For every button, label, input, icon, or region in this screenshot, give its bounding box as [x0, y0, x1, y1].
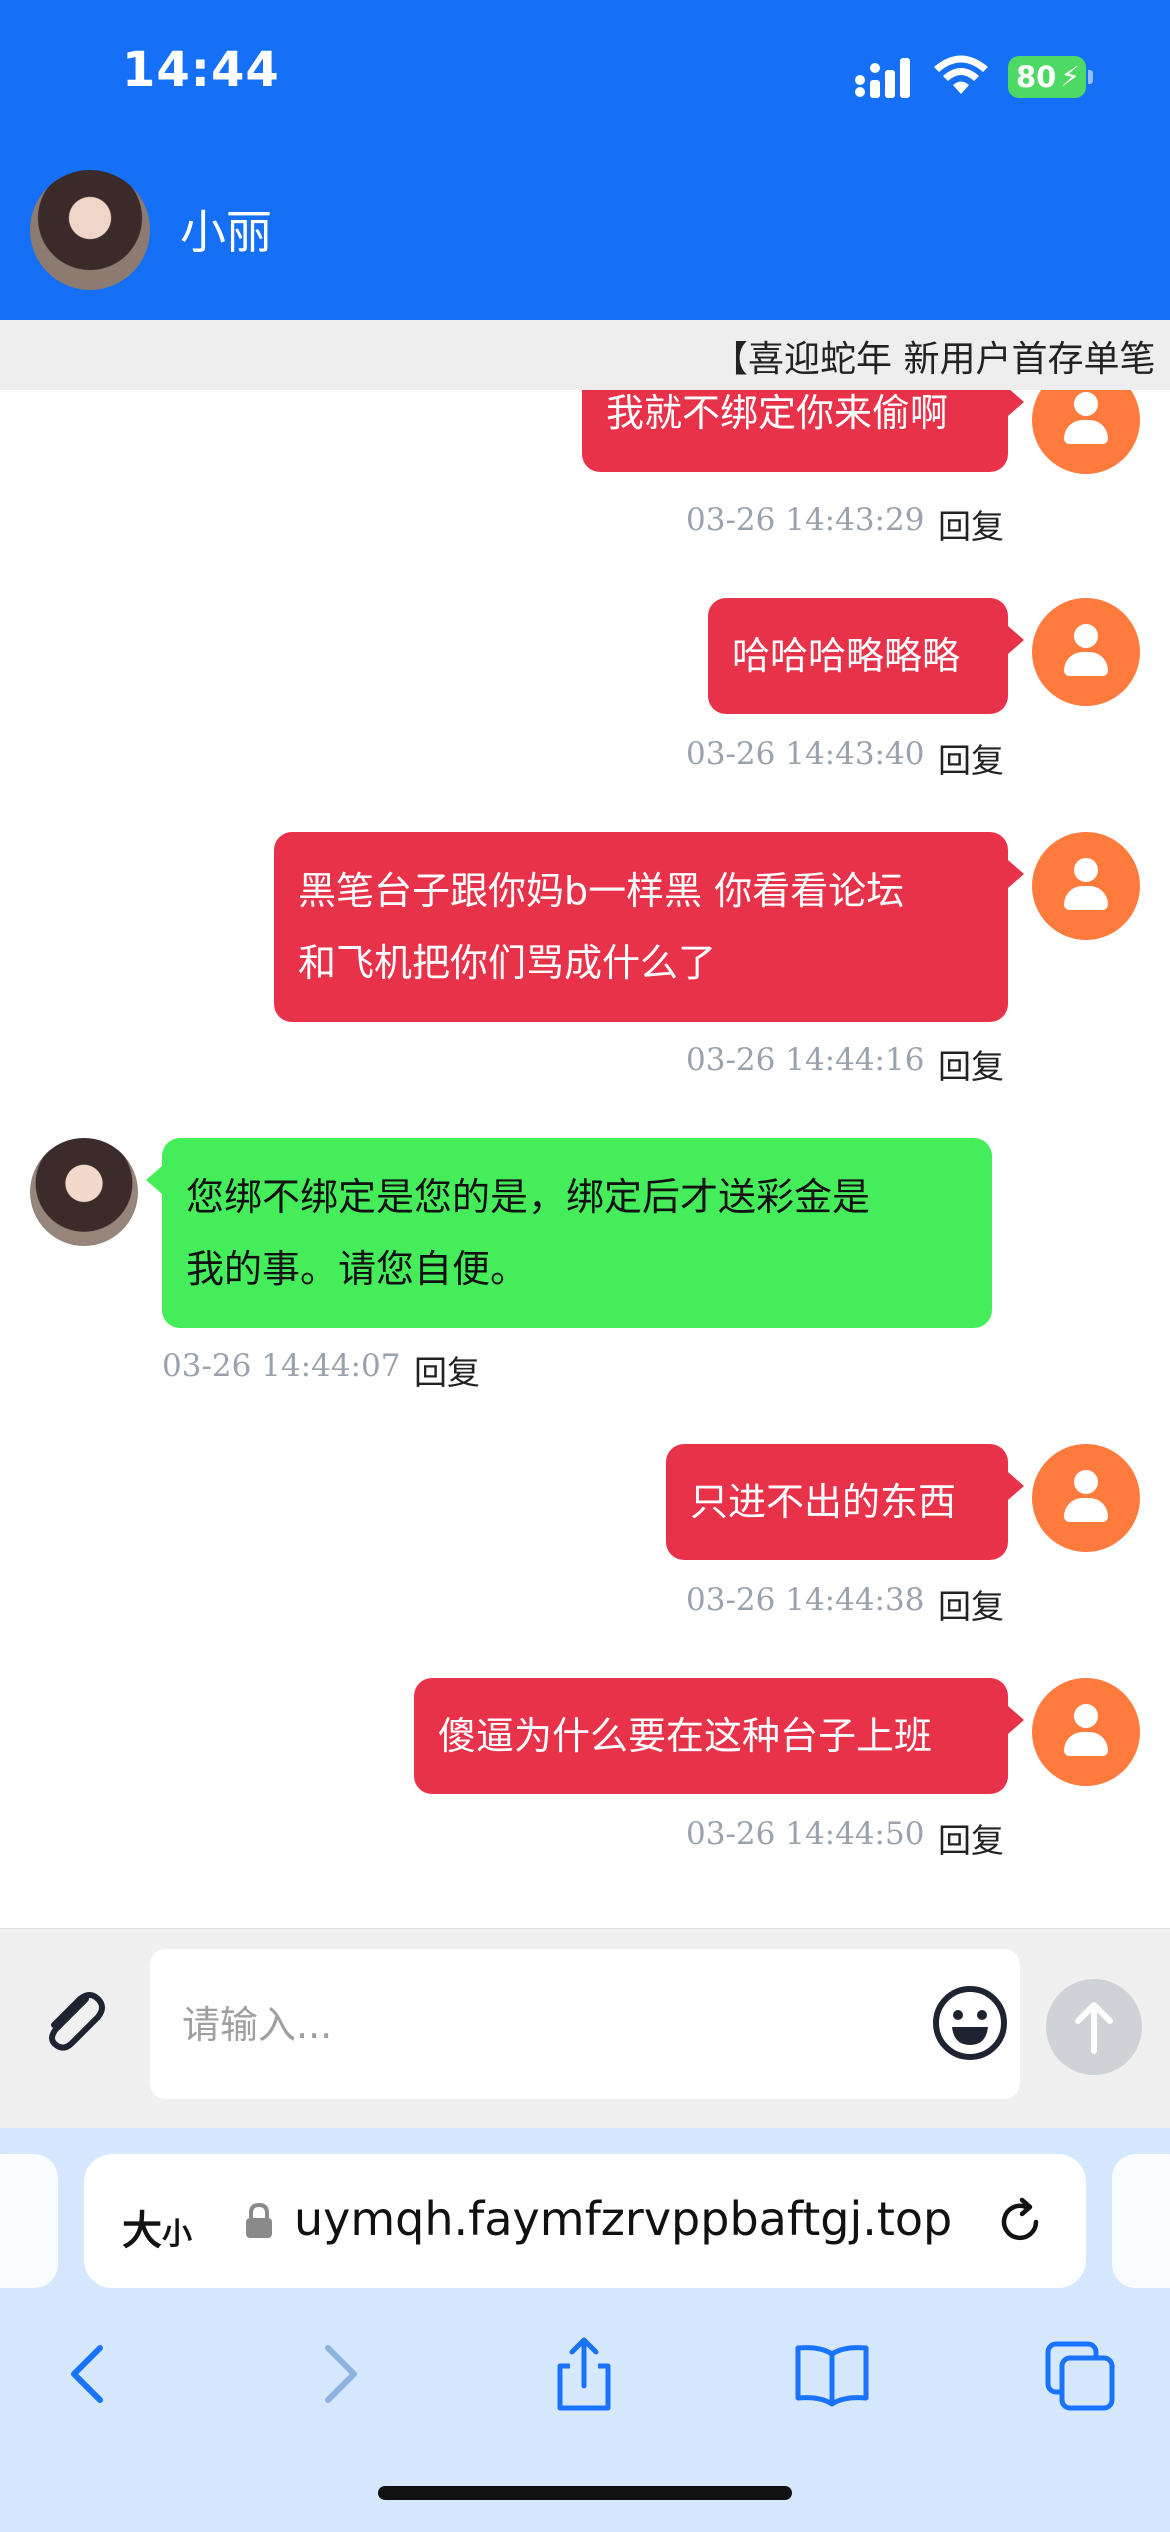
text-size-button[interactable]: 大小 — [122, 2198, 192, 2256]
message-text: 哈哈哈略略略 — [732, 634, 961, 678]
message-timestamp: 03-26 14:44:16 — [686, 1042, 925, 1078]
message-composer — [0, 1928, 1170, 2129]
paperclip-icon[interactable] — [34, 1981, 114, 2061]
lock-icon — [246, 2202, 272, 2238]
message-bubble[interactable]: 我就不绑定你来偷啊 — [582, 390, 1024, 472]
message-bubble[interactable]: 傻逼为什么要在这种台子上班 — [414, 1678, 1024, 1794]
reply-link[interactable]: 回复 — [938, 1040, 1004, 1088]
emoji-icon[interactable] — [930, 1983, 1010, 2063]
message-timestamp: 03-26 14:44:50 — [686, 1816, 925, 1852]
reply-link[interactable]: 回复 — [414, 1346, 480, 1394]
contact-avatar[interactable] — [30, 1138, 138, 1246]
message-bubble[interactable]: 黑笔台子跟你妈b一样黑 你看看论坛 和飞机把你们骂成什么了 — [274, 832, 1024, 1022]
battery-level: 80 — [1016, 60, 1057, 94]
message-list[interactable]: 我就不绑定你来偷啊 03-26 14:43:29 回复 哈哈哈略略略 03-26… — [0, 390, 1170, 1928]
battery-icon: 80 ⚡ — [1008, 56, 1093, 98]
address-bar[interactable]: 大小 uymqh.faymfzrvppbaftgj.top — [84, 2154, 1086, 2288]
message-input[interactable] — [180, 1989, 864, 2061]
reply-link[interactable]: 回复 — [938, 734, 1004, 782]
bookmarks-icon[interactable] — [792, 2334, 872, 2414]
message-timestamp: 03-26 14:43:29 — [686, 502, 925, 538]
status-time: 14:44 — [122, 42, 280, 98]
user-avatar-icon — [1032, 390, 1140, 474]
send-button[interactable] — [1046, 1979, 1142, 2075]
reply-link[interactable]: 回复 — [938, 1814, 1004, 1862]
message-text: 我就不绑定你来偷啊 — [606, 391, 949, 435]
message-text: 傻逼为什么要在这种台子上班 — [438, 1714, 933, 1758]
reload-icon[interactable] — [992, 2194, 1048, 2250]
send-arrow-icon — [1075, 2002, 1113, 2054]
user-avatar-icon — [1032, 1444, 1140, 1552]
signal-icon — [855, 58, 910, 98]
browser-toolbar: 大小 uymqh.faymfzrvppbaftgj.top — [0, 2128, 1170, 2532]
forward-icon[interactable] — [300, 2334, 380, 2414]
announcement-text: 【喜迎蛇年 新用户首存单笔 — [712, 339, 1156, 380]
announcement-marquee[interactable]: 【喜迎蛇年 新用户首存单笔 — [0, 320, 1170, 391]
url-text: uymqh.faymfzrvppbaftgj.top — [294, 2192, 953, 2246]
message-text-line: 我的事。请您自便。 — [186, 1247, 529, 1291]
user-avatar-icon — [1032, 598, 1140, 706]
reply-link[interactable]: 回复 — [938, 500, 1004, 548]
share-icon[interactable] — [544, 2334, 624, 2414]
message-timestamp: 03-26 14:43:40 — [686, 736, 925, 772]
message-text-line: 和飞机把你们骂成什么了 — [298, 941, 717, 985]
tabs-icon[interactable] — [1040, 2334, 1120, 2414]
message-text-line: 黑笔台子跟你妈b一样黑 你看看论坛 — [298, 869, 905, 913]
previous-tab-preview[interactable] — [0, 2154, 58, 2288]
message-input-container — [150, 1949, 1020, 2099]
message-text: 只进不出的东西 — [690, 1480, 957, 1524]
message-timestamp: 03-26 14:44:07 — [162, 1348, 401, 1384]
user-avatar-icon — [1032, 1678, 1140, 1786]
status-bar: 14:44 80 ⚡ — [0, 0, 1170, 150]
message-timestamp: 03-26 14:44:38 — [686, 1582, 925, 1618]
chat-header: 小丽 — [0, 150, 1170, 320]
reply-link[interactable]: 回复 — [938, 1580, 1004, 1628]
contact-name: 小丽 — [180, 205, 272, 259]
contact-avatar[interactable] — [30, 170, 150, 290]
user-avatar-icon — [1032, 832, 1140, 940]
charging-bolt-icon: ⚡ — [1060, 60, 1080, 93]
home-indicator — [378, 2486, 792, 2500]
browser-nav-row — [0, 2314, 1170, 2434]
message-text-line: 您绑不绑定是您的是，绑定后才送彩金是 — [186, 1175, 871, 1219]
message-bubble[interactable]: 只进不出的东西 — [666, 1444, 1024, 1560]
next-tab-preview[interactable] — [1112, 2154, 1170, 2288]
wifi-icon — [934, 55, 988, 94]
back-icon[interactable] — [48, 2334, 128, 2414]
message-bubble[interactable]: 哈哈哈略略略 — [708, 598, 1024, 714]
message-bubble[interactable]: 您绑不绑定是您的是，绑定后才送彩金是 我的事。请您自便。 — [146, 1138, 992, 1328]
